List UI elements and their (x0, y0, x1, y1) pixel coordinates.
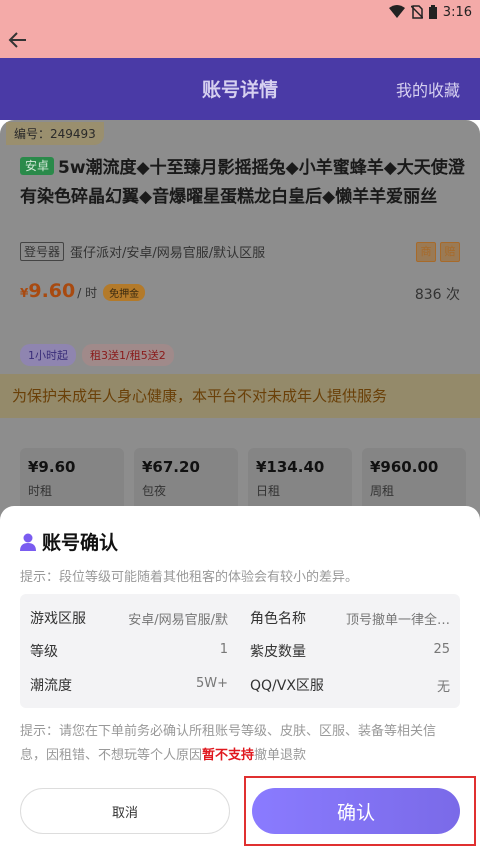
no-sim-icon (410, 5, 423, 19)
login-badge: 登号器 (20, 242, 65, 261)
platform-badge: 安卓 (20, 157, 55, 175)
top-bar (0, 24, 480, 58)
plan-price: ¥960.00 (370, 458, 439, 476)
min-hours-pill: 1小时起 (20, 344, 76, 366)
price-value: 9.60 (28, 280, 76, 302)
account-confirm-dialog: 账号确认 提示：段位等级可能随着其他租客的体验会有较小的差异。 游戏区服 安卓/… (0, 506, 480, 854)
battery-icon (428, 5, 437, 19)
dialog-title: 账号确认 (42, 532, 119, 554)
listing-title: 5w潮流度◆十至臻月影摇摇兔◆小羊蜜蜂羊◆大天使澄有染色碎晶幻翼◆音爆曜星蛋糕龙… (20, 158, 465, 207)
trend-label: 潮流度 (30, 678, 72, 694)
plan-name: 包夜 (142, 484, 167, 498)
cancel-button[interactable]: 取消 (20, 788, 230, 834)
level-value: 1 (219, 642, 228, 657)
warning-text-end: 撤单退款 (254, 748, 307, 763)
confirm-button[interactable]: 确认 (252, 788, 460, 834)
role-value: 顶号撤单一律全… (345, 613, 450, 628)
role-label: 角色名称 (250, 611, 306, 627)
price-row: ¥ 9.60 / 时 免押金 (20, 280, 146, 302)
user-icon (20, 533, 36, 551)
listing-title-wrap: 安卓 5w潮流度◆十至臻月影摇摇兔◆小羊蜜蜂羊◆大天使澄有染色碎晶幻翼◆音爆曜星蛋… (20, 154, 466, 212)
status-time: 3:16 (442, 4, 472, 20)
plan-name: 日租 (256, 484, 281, 498)
warning-highlight: 暂不支持 (202, 748, 255, 763)
skins-value: 25 (433, 642, 450, 657)
pill-row: 1小时起 租3送1/租5送2 (20, 344, 174, 366)
level-label: 等级 (30, 644, 58, 660)
price-symbol: ¥ (20, 286, 29, 300)
status-icons: 3:16 (388, 4, 472, 20)
back-arrow-icon[interactable] (6, 28, 30, 52)
qq-region-value: 无 (436, 680, 450, 695)
wifi-icon (388, 5, 405, 18)
plan-name: 周租 (370, 484, 395, 498)
dialog-hint: 提示：段位等级可能随着其他租客的体验会有较小的差异。 (20, 570, 359, 585)
plan-name: 时租 (28, 484, 53, 498)
listing-id: 编号：249493 (6, 122, 104, 145)
page-header: 账号详情 我的收藏 (0, 58, 480, 120)
skins-label: 紫皮数量 (250, 644, 306, 660)
plan-price: ¥134.40 (256, 458, 325, 476)
plan-price: ¥67.20 (142, 458, 200, 476)
account-info-box: 游戏区服 安卓/网易官服/默 角色名称 顶号撤单一律全… 等级 1 紫皮数量 2… (20, 594, 460, 708)
dialog-title-row: 账号确认 (20, 528, 118, 555)
server-value: 安卓/网易官服/默 (128, 613, 228, 628)
trend-value: 5W+ (195, 676, 228, 691)
server-label: 游戏区服 (30, 611, 86, 627)
favorites-link[interactable]: 我的收藏 (396, 77, 460, 101)
price-unit: / 时 (77, 286, 98, 300)
promo-badge: 免押金 (103, 284, 146, 301)
server-row: 登号器 蛋仔派对/安卓/网易官服/默认区服 (20, 242, 265, 261)
status-bar: 3:16 (0, 0, 480, 24)
merchant-tag: 商 (416, 242, 436, 262)
bonus-pill: 租3送1/租5送2 (82, 344, 174, 366)
rent-count: 836 次 (414, 287, 460, 303)
server-path: 蛋仔派对/安卓/网易官服/默认区服 (70, 246, 266, 261)
refund-warning: 提示：请您在下单前务必确认所租账号等级、皮肤、区服、装备等相关信息，因租错、不想… (20, 720, 460, 768)
plan-price: ¥9.60 (28, 458, 76, 476)
qq-region-label: QQ/VX区服 (250, 678, 324, 694)
minor-notice: 为保护未成年人身心健康，本平台不对未成年人提供服务 (0, 374, 480, 418)
compensation-tag: 赔 (440, 242, 460, 262)
